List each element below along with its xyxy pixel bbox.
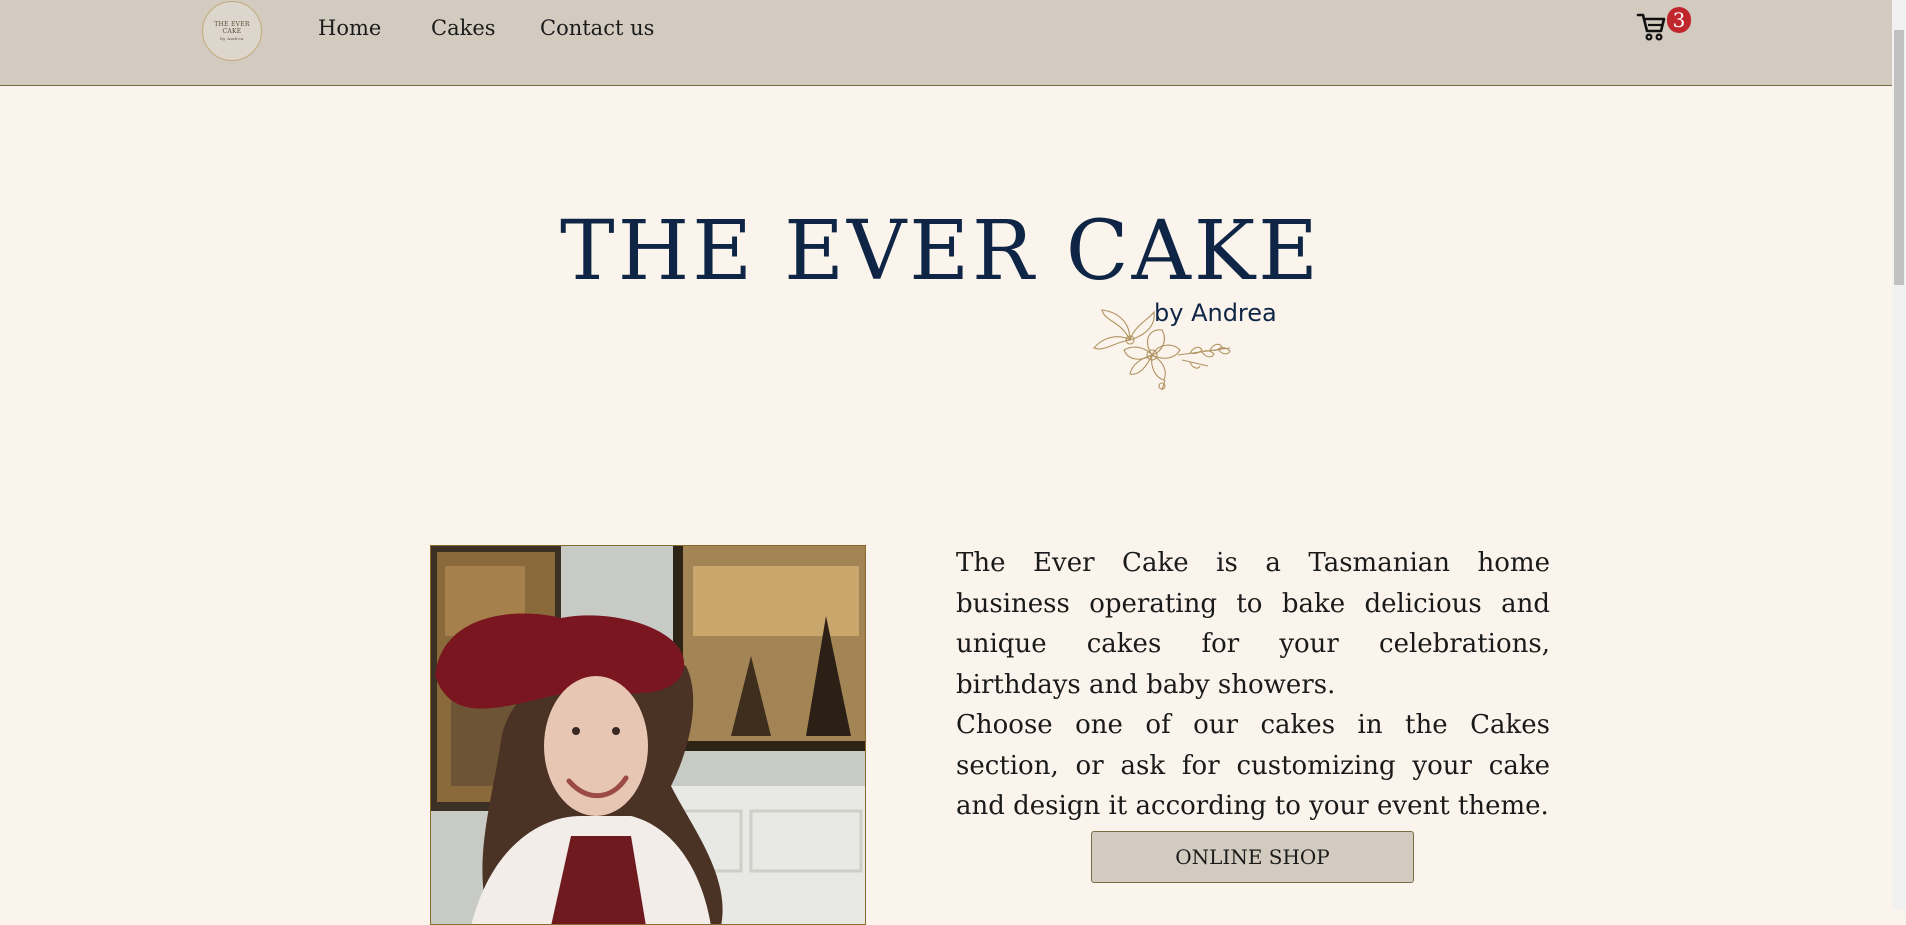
about-description: The Ever Cake is a Tasmanian home busine… [956, 543, 1550, 827]
about-paragraph-2: Choose one of our cakes in the Cakes sec… [956, 710, 1550, 821]
logo[interactable]: THE EVER CAKE by Andrea [202, 1, 262, 61]
logo-line-3: by Andrea [220, 35, 244, 41]
logo-line-2: CAKE [222, 27, 242, 35]
about-paragraph-1: The Ever Cake is a Tasmanian home busine… [956, 548, 1550, 700]
logo-text: THE EVER CAKE by Andrea [214, 21, 250, 42]
nav-contact-us[interactable]: Contact us [540, 16, 654, 40]
hero-subtitle: by Andrea [1154, 299, 1277, 327]
hero-title: THE EVER CAKE [560, 204, 1321, 299]
owner-portrait-image [431, 546, 865, 924]
nav-home[interactable]: Home [318, 16, 381, 40]
online-shop-button[interactable]: ONLINE SHOP [1091, 831, 1414, 883]
site-header: THE EVER CAKE by Andrea Home Cakes Conta… [0, 0, 1892, 86]
cart-count-badge: 3 [1667, 7, 1691, 33]
logo-line-1: THE EVER [214, 20, 250, 28]
nav-cakes[interactable]: Cakes [431, 16, 496, 40]
cart-icon[interactable] [1636, 10, 1668, 42]
owner-photo [430, 545, 866, 925]
page-scrollbar[interactable] [1892, 0, 1906, 910]
scrollbar-thumb[interactable] [1894, 30, 1904, 285]
